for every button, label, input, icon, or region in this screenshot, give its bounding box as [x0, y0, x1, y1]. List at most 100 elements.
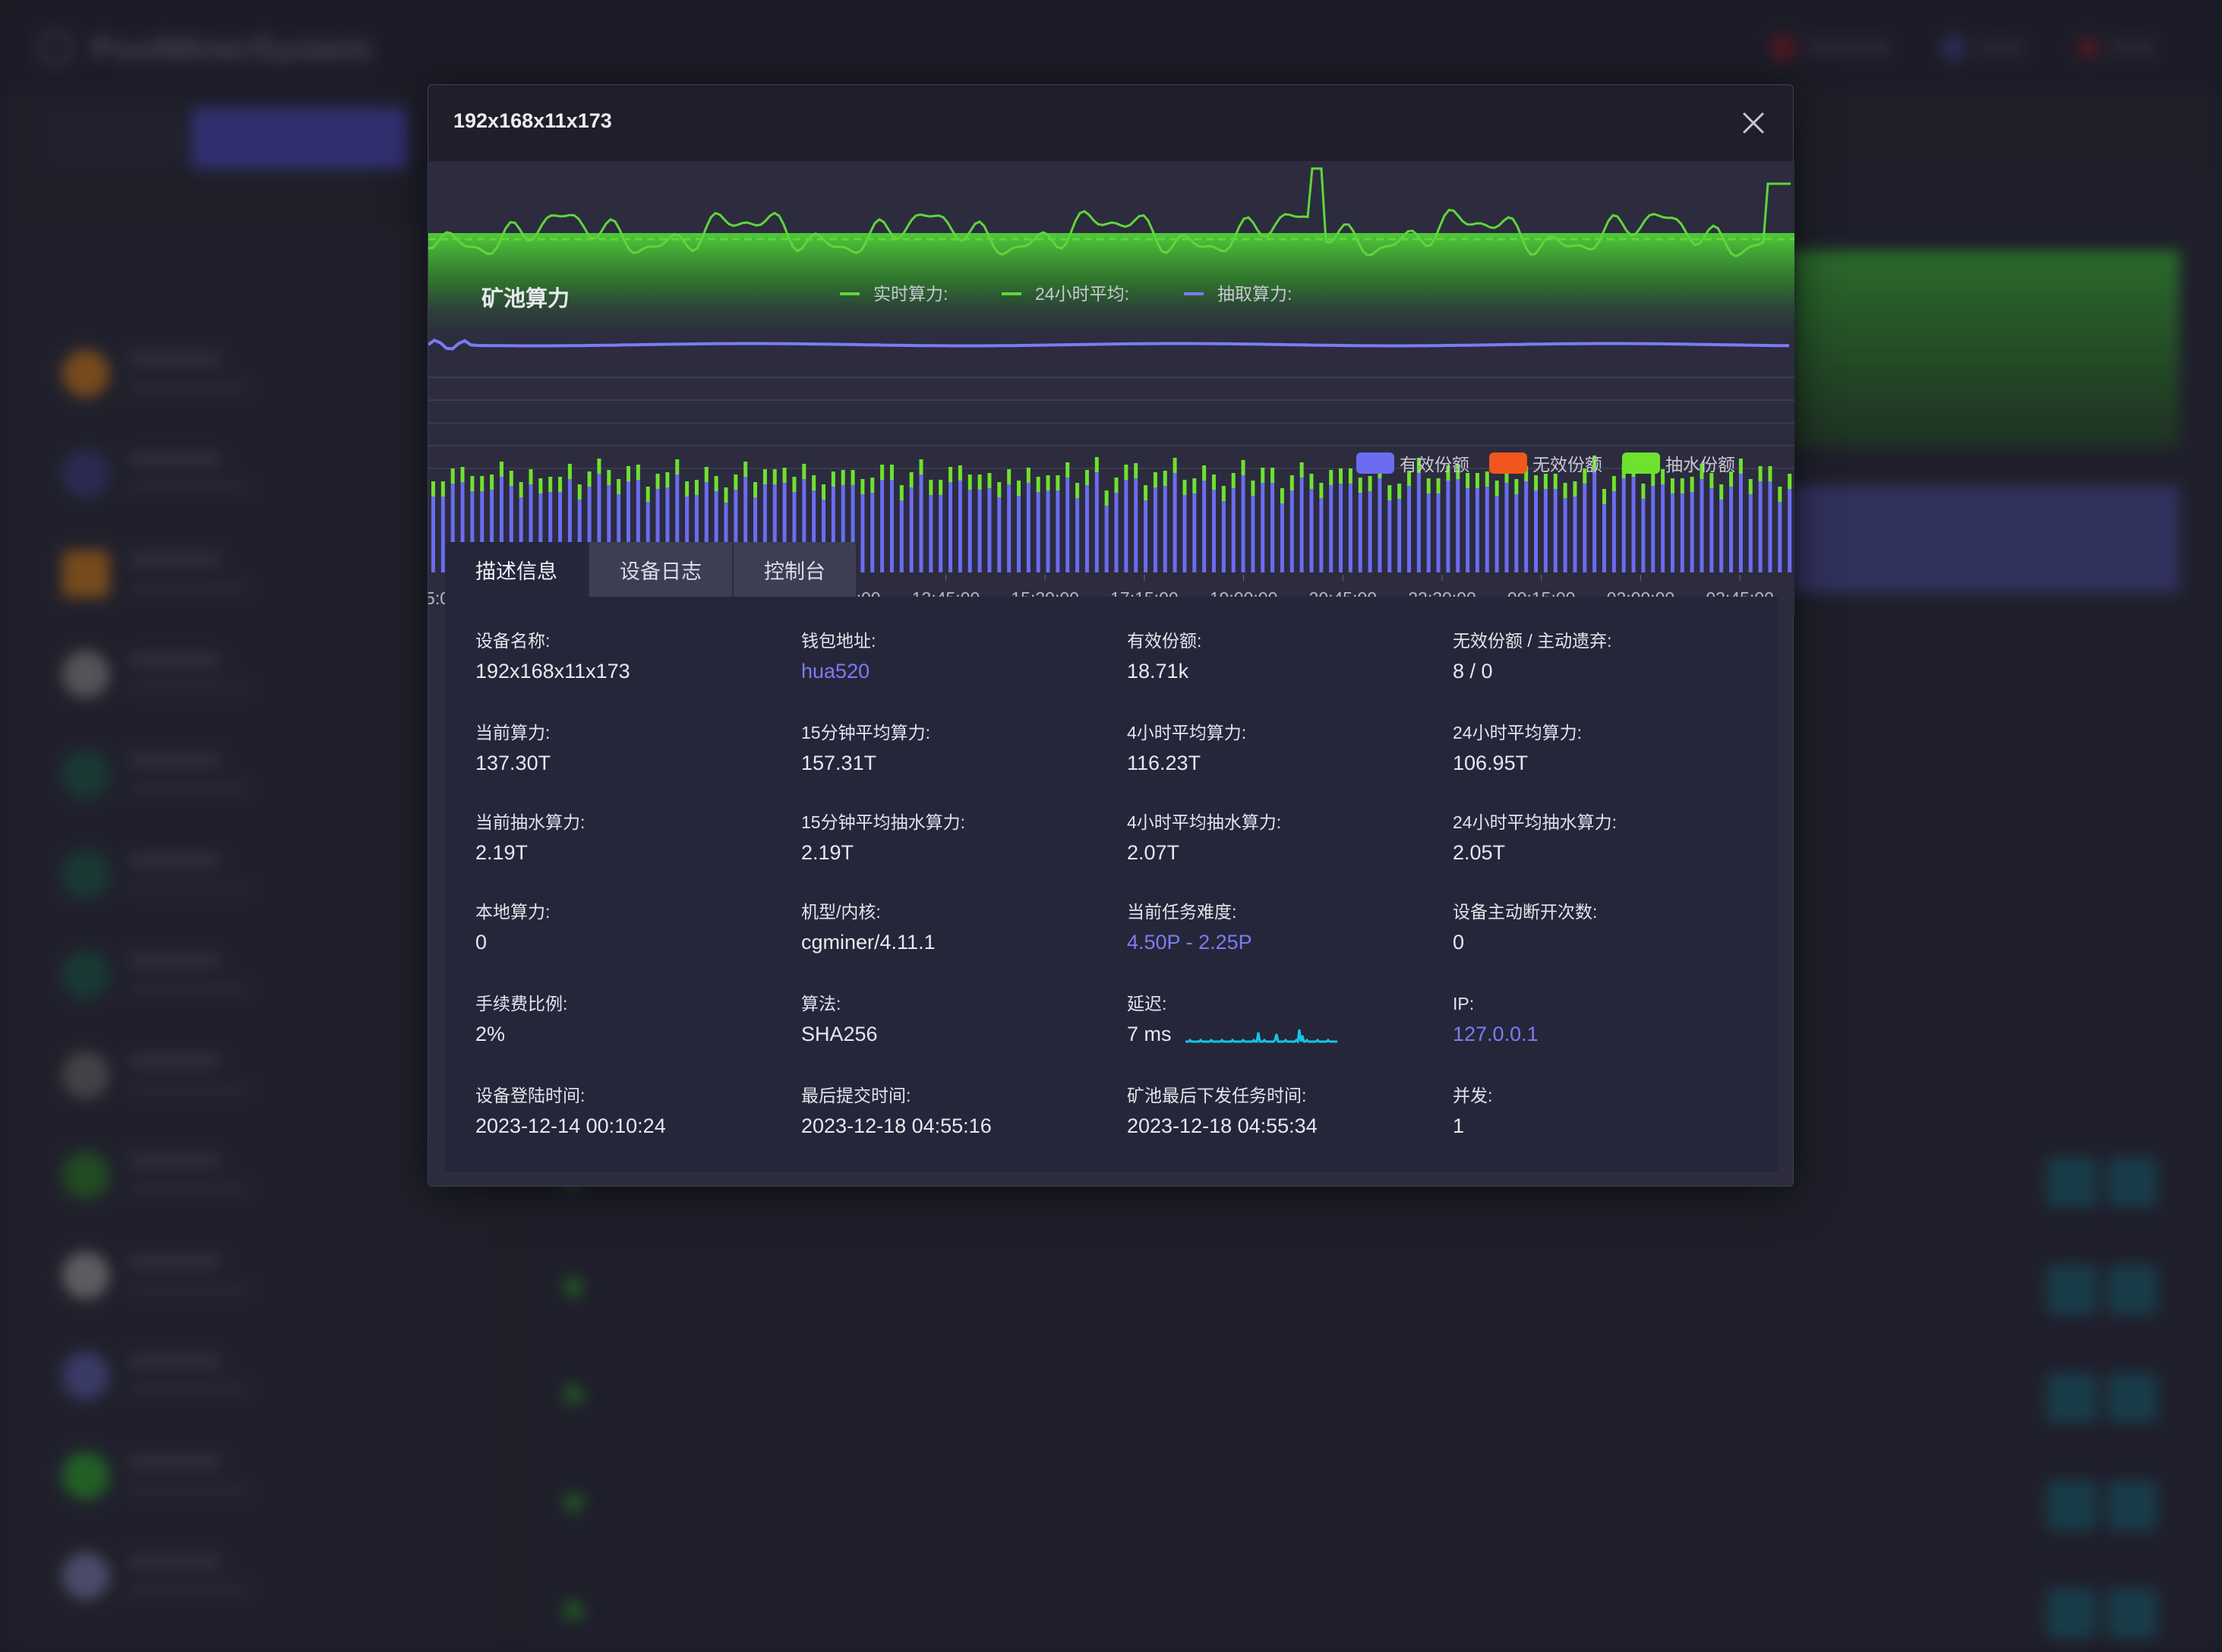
fee-share-bar [567, 464, 572, 479]
valid-share-bar [1494, 496, 1499, 572]
fee-share-bar [1778, 487, 1782, 502]
fee-share-bar [499, 462, 503, 477]
tab-device-log[interactable]: 设备日志 [589, 542, 734, 597]
fee-share-bar [1056, 475, 1060, 490]
info-field-value: 2.05T [1453, 841, 1506, 864]
valid-share-bar [929, 495, 933, 572]
info-field-value[interactable]: 127.0.0.1 [1453, 1019, 1756, 1049]
valid-share-bar [1084, 485, 1089, 572]
fee-share-bar [977, 474, 982, 490]
fee-share-bar [1788, 474, 1792, 489]
fee-share-bar [1475, 473, 1479, 488]
valid-share-bar [1592, 471, 1597, 572]
info-field-value[interactable]: 4.50P - 2.25P [1127, 927, 1431, 957]
valid-share-bar [1680, 493, 1684, 572]
valid-share-bar [1788, 489, 1792, 572]
fee-share-bar [762, 469, 767, 484]
valid-share-bar [1182, 495, 1187, 572]
info-field-label: 算法: [801, 994, 841, 1014]
valid-share-bar [1173, 473, 1177, 572]
fee-share-bar [1192, 478, 1197, 493]
valid-share-bar [1563, 498, 1567, 572]
fee-share-bar [675, 459, 680, 474]
fee-share-bar [958, 465, 962, 481]
fee-share-bar [1368, 476, 1372, 491]
info-field: 设备名称: 192x168x11x173 [475, 629, 779, 686]
info-field-value: 1 [1453, 1114, 1465, 1137]
fee-share-bar [1485, 471, 1489, 487]
valid-share-bar [987, 488, 992, 572]
fee-share-bar [724, 487, 728, 503]
legend-bar-label: 无效份额 [1532, 455, 1602, 474]
valid-share-bar [1163, 486, 1167, 572]
valid-share-bar [1309, 489, 1314, 572]
fee-share-bar [617, 479, 621, 494]
valid-share-bar [1602, 504, 1606, 572]
fee-share-bar [967, 474, 972, 490]
fee-share-bar [1270, 468, 1275, 483]
info-field: 延迟: 7 ms [1127, 992, 1431, 1049]
fee-share-bar [1144, 485, 1148, 500]
fee-share-bar [470, 476, 475, 491]
info-field: 算法: SHA256 [801, 992, 1105, 1049]
info-field-value: 137.30T [475, 752, 551, 774]
fee-share-bar [860, 479, 865, 494]
valid-share-bar [1670, 493, 1674, 572]
valid-share-bar [1348, 484, 1352, 572]
fee-share-bar [1114, 478, 1119, 493]
valid-share-bar [1289, 490, 1294, 572]
fee-share-bar [1514, 479, 1519, 494]
fee-share-bar [1212, 474, 1216, 490]
valid-share-bar [1534, 490, 1539, 572]
tab-console[interactable]: 控制台 [734, 542, 857, 597]
valid-share-bar [1641, 499, 1646, 572]
info-field-label: IP: [1453, 994, 1475, 1014]
legend-bar-swatch [1489, 452, 1527, 474]
info-field-value: 2023-12-18 04:55:34 [1127, 1114, 1318, 1137]
fee-share-bar [597, 459, 601, 474]
fee-share-bar [645, 487, 650, 502]
info-field-label: 24小时平均算力: [1453, 723, 1582, 742]
fee-share-bar [1007, 469, 1012, 484]
fee-share-bar [440, 481, 445, 497]
fee-share-bar [1339, 468, 1343, 484]
fee-share-bar [509, 471, 513, 486]
fee-share-bar [1543, 474, 1548, 489]
fee-share-bar [987, 473, 992, 488]
valid-share-bar [1700, 479, 1704, 572]
info-field-value[interactable]: hua520 [801, 656, 1105, 686]
valid-share-bar [1270, 483, 1275, 572]
close-icon[interactable] [1740, 109, 1767, 137]
valid-share-bar [1475, 488, 1479, 572]
info-field: 最后提交时间: 2023-12-18 04:55:16 [801, 1083, 1105, 1141]
tab-description[interactable]: 描述信息 [445, 542, 589, 597]
fee-share-bar [490, 474, 494, 490]
fee-share-bar [1748, 479, 1753, 494]
valid-share-bar [889, 480, 894, 572]
fee-share-bar [558, 477, 563, 492]
info-field-label: 矿池最后下发任务时间: [1127, 1086, 1307, 1105]
fee-share-bar [607, 470, 611, 485]
fee-share-bar [1738, 459, 1743, 474]
fee-share-bar [929, 480, 933, 495]
valid-share-bar [1212, 490, 1216, 572]
fee-share-bar [1202, 465, 1207, 481]
app-root: PoolMinerSystem 192x168x11x173 矿池算力 实时算力… [0, 0, 2222, 1652]
valid-share-bar [977, 490, 982, 572]
info-field: 24小时平均算力: 106.95T [1453, 720, 1756, 778]
fee-share-bar [1280, 488, 1284, 503]
info-field-value: 0 [1453, 931, 1465, 954]
fee-share-bar [812, 475, 816, 490]
info-field-label: 当前算力: [475, 723, 551, 742]
valid-share-bar [958, 481, 962, 572]
valid-share-bar [1738, 474, 1743, 572]
valid-share-bar [1631, 477, 1636, 572]
fee-share-bar [1426, 478, 1431, 493]
valid-share-bar [1426, 493, 1431, 572]
fee-share-bar [1046, 475, 1050, 490]
info-field-label: 15分钟平均算力: [801, 723, 930, 742]
fee-share-bar [1329, 470, 1334, 485]
fee-share-bar [743, 462, 748, 477]
valid-share-bar [1094, 472, 1099, 572]
fee-share-bar [1221, 486, 1226, 501]
